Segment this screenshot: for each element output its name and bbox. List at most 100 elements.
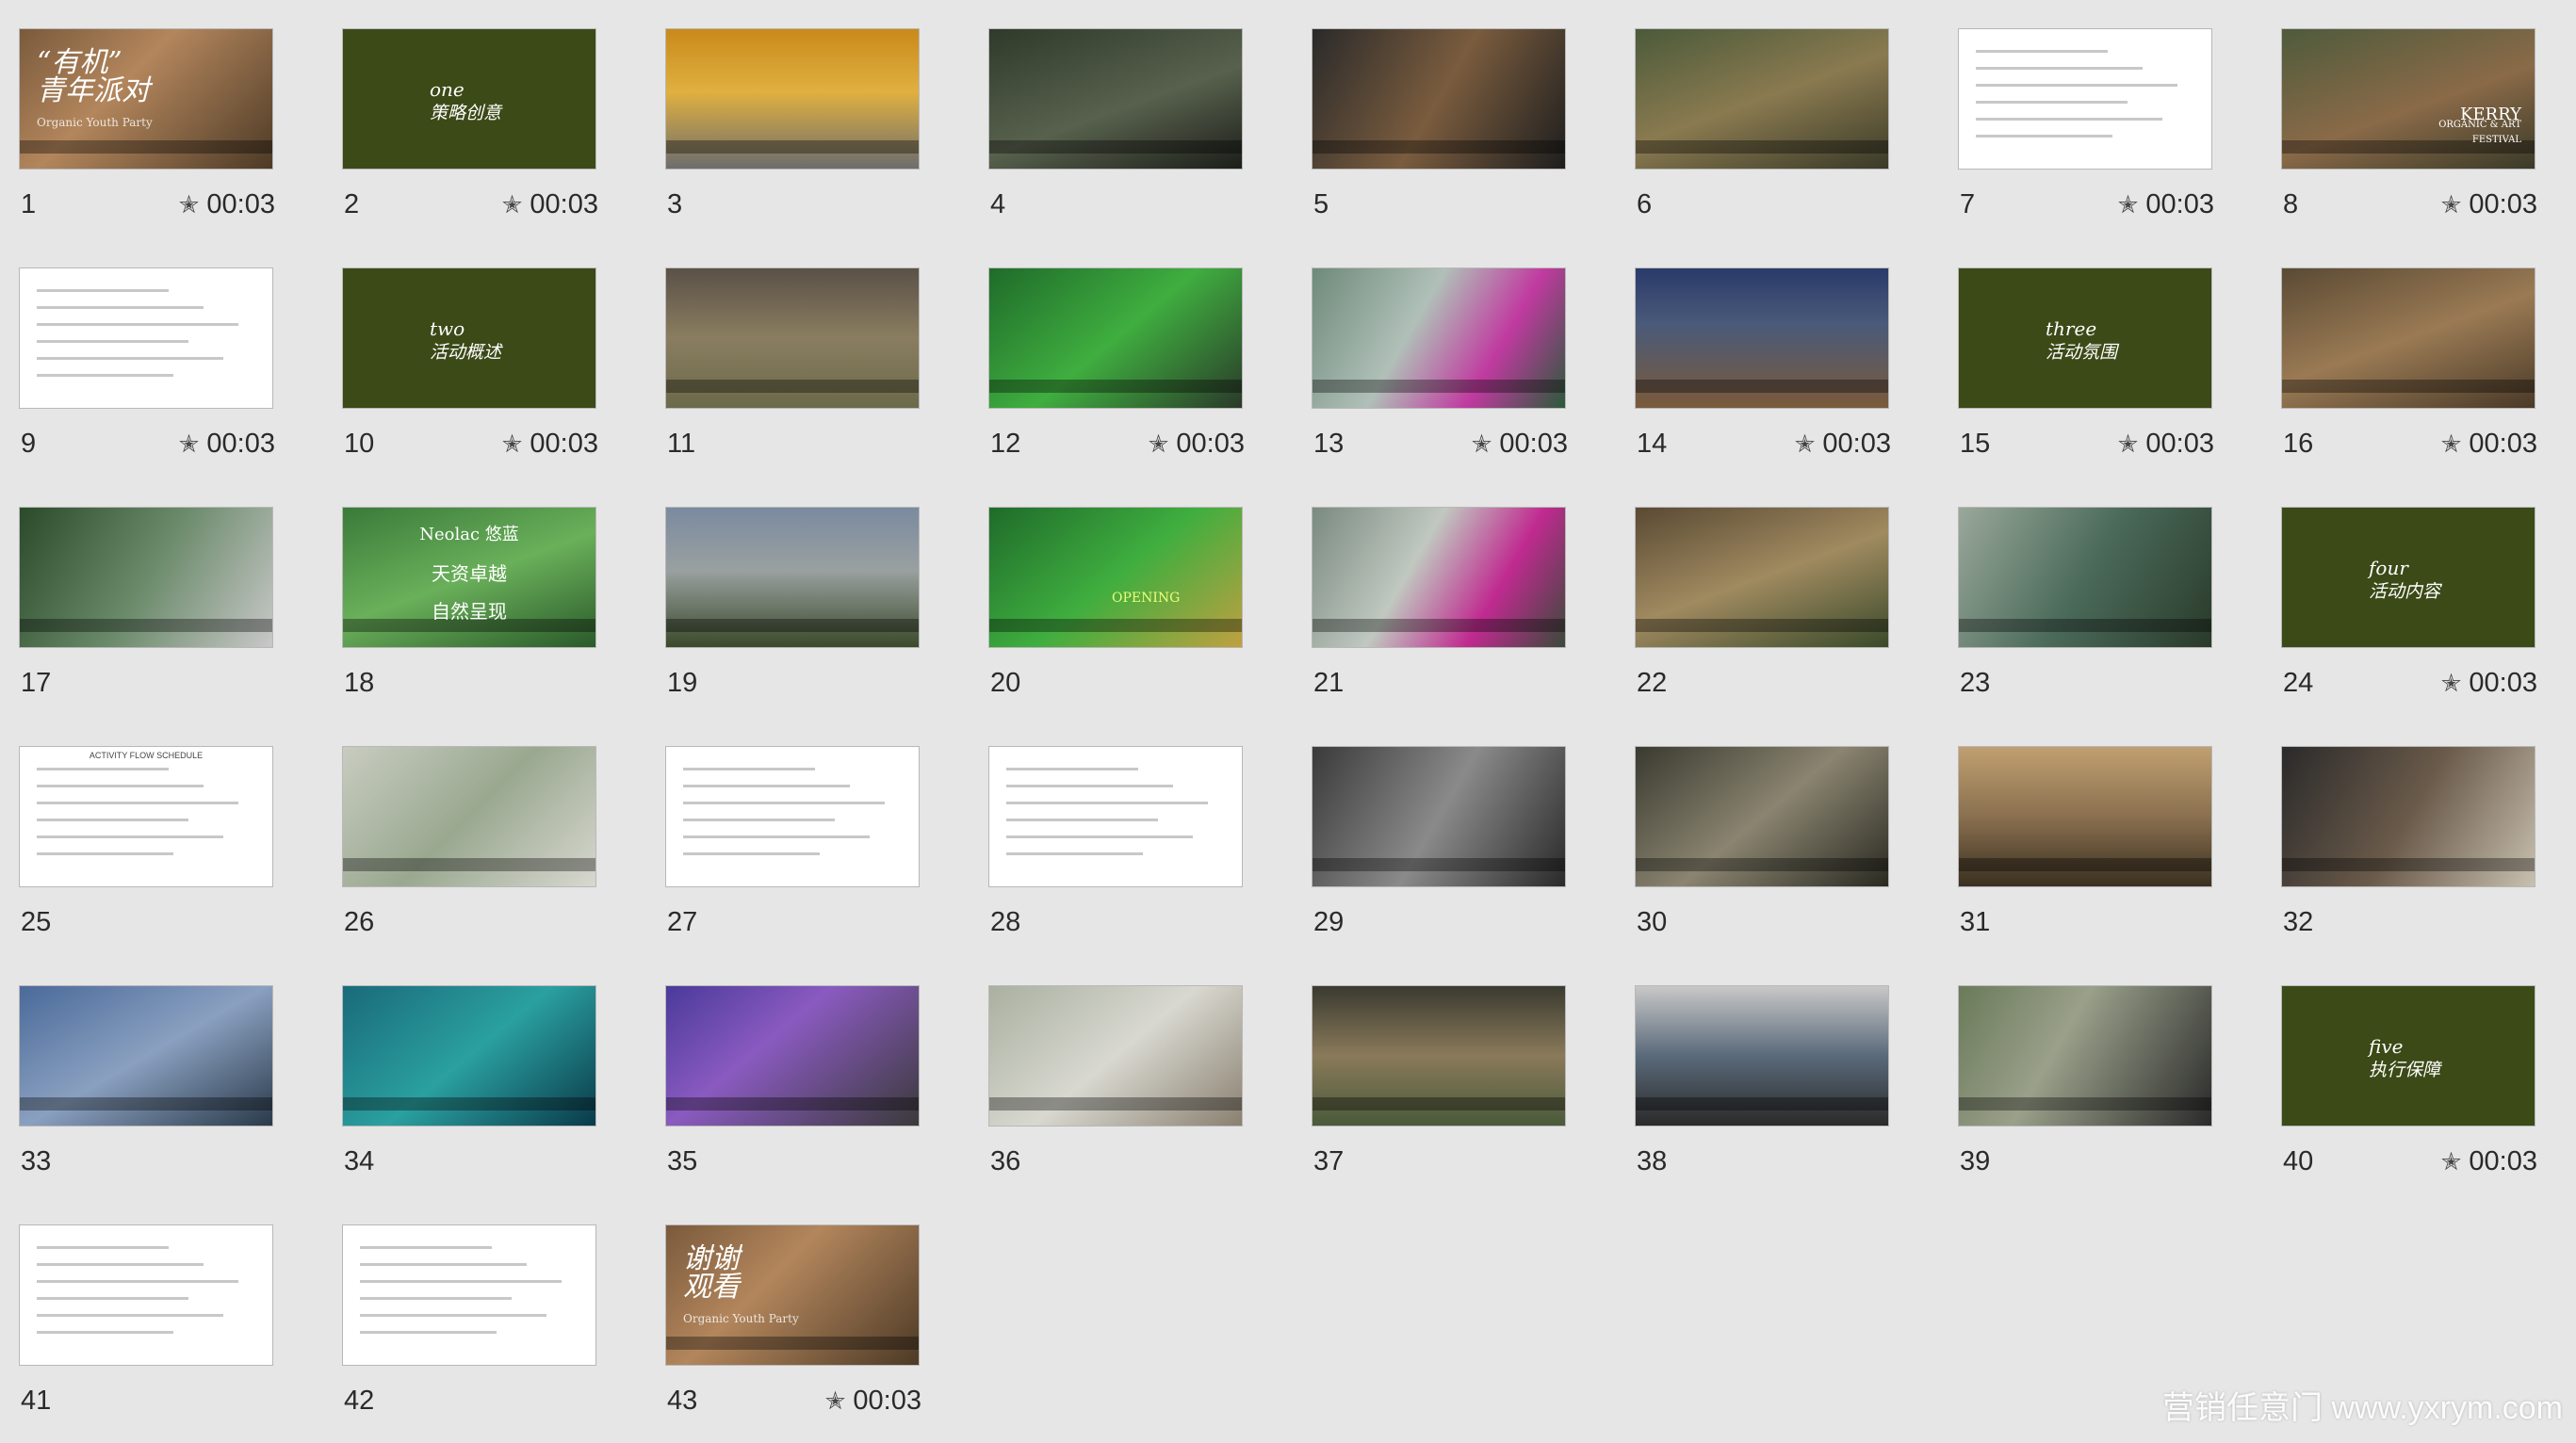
slide-thumbnail[interactable]: four 活动内容	[2281, 507, 2535, 648]
text-line	[37, 289, 169, 292]
slide-thumbnail[interactable]: ACTIVITY FLOW SCHEDULE	[19, 746, 273, 887]
slide-timing[interactable]: ✭ 00:03	[502, 429, 598, 460]
slide-thumbnail[interactable]: KERRY ORGANIC & ART FESTIVAL	[2281, 28, 2535, 170]
caption-bar	[1959, 619, 2211, 632]
section-title-label: 活动氛围	[2046, 342, 2118, 363]
text-line	[37, 1314, 223, 1317]
slide-thumbnail[interactable]	[2281, 746, 2535, 887]
timing-value: 00:03	[1822, 429, 1891, 459]
text-line	[37, 357, 223, 360]
slide-item: 14 ✭ 00:03	[1635, 268, 1891, 486]
slide-overlay-text: ORGANIC & ART	[2438, 120, 2521, 130]
slide-item: 42	[342, 1224, 598, 1443]
slide-thumbnail[interactable]	[342, 1224, 596, 1366]
timing-value: 00:03	[2145, 189, 2214, 219]
slide-thumbnail[interactable]	[1312, 28, 1566, 170]
slide-thumbnail[interactable]: 谢谢 观看 Organic Youth Party	[665, 1224, 920, 1366]
slide-item: 19	[665, 507, 921, 725]
caption-bar	[1312, 140, 1565, 154]
section-number-label: one	[430, 78, 465, 101]
slide-timing[interactable]: ✭ 00:03	[179, 429, 275, 460]
slide-thumbnail[interactable]: five 执行保障	[2281, 985, 2535, 1127]
slide-timing[interactable]: ✭ 00:03	[2441, 429, 2537, 460]
slide-thumbnail[interactable]: OPENING	[988, 507, 1243, 648]
slide-number: 35	[667, 1146, 698, 1176]
slide-thumbnail[interactable]	[665, 28, 920, 170]
slide-thumbnail[interactable]	[19, 268, 273, 409]
slide-item: 29	[1312, 746, 1568, 965]
slide-thumbnail[interactable]: “有机” 青年派对 Organic Youth Party	[19, 28, 273, 170]
slide-thumbnail[interactable]: Neolac 悠蓝 天资卓越 自然呈现	[342, 507, 596, 648]
text-line	[683, 768, 815, 770]
star-icon: ✭	[1148, 430, 1169, 458]
slide-timing[interactable]: ✭ 00:03	[2118, 189, 2214, 220]
slide-thumbnail[interactable]	[1312, 746, 1566, 887]
section-title-label: 活动内容	[2369, 581, 2441, 602]
slide-thumbnail[interactable]	[1958, 746, 2212, 887]
star-icon: ✭	[178, 430, 200, 458]
slide-item: four 活动内容 24 ✭ 00:03	[2281, 507, 2537, 725]
slide-timing[interactable]: ✭ 00:03	[502, 189, 598, 220]
section-number-label: four	[2369, 557, 2408, 579]
slide-thumbnail[interactable]	[1958, 507, 2212, 648]
star-icon: ✭	[501, 190, 523, 219]
text-line	[1976, 101, 2128, 104]
slide-thumbnail[interactable]	[988, 985, 1243, 1127]
slide-thumbnail[interactable]	[1958, 28, 2212, 170]
slide-thumbnail[interactable]	[1312, 507, 1566, 648]
slide-thumbnail[interactable]	[665, 507, 920, 648]
slide-timing[interactable]: ✭ 00:03	[2441, 189, 2537, 220]
text-line	[1976, 135, 2112, 138]
slide-thumbnail[interactable]	[1635, 28, 1889, 170]
slide-thumbnail[interactable]	[1958, 985, 2212, 1127]
caption-bar	[1636, 1097, 1888, 1111]
slide-thumbnail[interactable]	[1635, 268, 1889, 409]
slide-item: 11	[665, 268, 921, 486]
slide-item: OPENING 20	[988, 507, 1245, 725]
slide-thumbnail[interactable]	[665, 746, 920, 887]
slide-timing[interactable]: ✭ 00:03	[2441, 1146, 2537, 1177]
slide-thumbnail[interactable]	[1635, 985, 1889, 1127]
slide-timing[interactable]: ✭ 00:03	[2441, 668, 2537, 699]
slide-thumbnail[interactable]	[19, 1224, 273, 1366]
slide-timing[interactable]: ✭ 00:03	[1149, 429, 1245, 460]
slide-timing[interactable]: ✭ 00:03	[825, 1386, 921, 1417]
timing-value: 00:03	[2469, 668, 2537, 698]
slide-thumbnail[interactable]: two 活动概述	[342, 268, 596, 409]
text-line	[37, 819, 188, 821]
caption-bar	[1312, 619, 1565, 632]
slide-thumbnail[interactable]	[1635, 746, 1889, 887]
caption-bar	[1312, 1097, 1565, 1111]
slide-overlay-text: Organic Youth Party	[683, 1312, 799, 1325]
slide-thumbnail[interactable]	[988, 268, 1243, 409]
slide-item: 4	[988, 28, 1245, 247]
slide-thumbnail[interactable]	[988, 746, 1243, 887]
slide-thumbnail[interactable]: one 策略创意	[342, 28, 596, 170]
slide-thumbnail[interactable]	[1312, 985, 1566, 1127]
slide-number: 34	[344, 1146, 375, 1176]
slide-thumbnail[interactable]	[342, 746, 596, 887]
slide-thumbnail[interactable]	[342, 985, 596, 1127]
slide-thumbnail[interactable]	[988, 28, 1243, 170]
slide-number: 12	[990, 429, 1021, 459]
slide-timing[interactable]: ✭ 00:03	[1795, 429, 1891, 460]
slide-item: 谢谢 观看 Organic Youth Party 43 ✭ 00:03	[665, 1224, 921, 1443]
slide-number: 33	[21, 1146, 52, 1176]
text-line	[37, 1331, 173, 1334]
slide-item: 39	[1958, 985, 2214, 1204]
slide-timing[interactable]: ✭ 00:03	[1472, 429, 1568, 460]
slide-thumbnail[interactable]	[1312, 268, 1566, 409]
slide-thumbnail[interactable]	[1635, 507, 1889, 648]
slide-item: three 活动氛围 15 ✭ 00:03	[1958, 268, 2214, 486]
slide-thumbnail[interactable]: three 活动氛围	[1958, 268, 2212, 409]
caption-bar	[989, 380, 1242, 393]
slide-timing[interactable]: ✭ 00:03	[179, 189, 275, 220]
slide-timing[interactable]: ✭ 00:03	[2118, 429, 2214, 460]
slide-thumbnail[interactable]	[665, 268, 920, 409]
slide-thumbnail[interactable]	[19, 507, 273, 648]
slide-thumbnail[interactable]	[19, 985, 273, 1127]
text-line	[360, 1263, 527, 1266]
caption-bar	[666, 619, 919, 632]
slide-thumbnail[interactable]	[665, 985, 920, 1127]
slide-thumbnail[interactable]	[2281, 268, 2535, 409]
